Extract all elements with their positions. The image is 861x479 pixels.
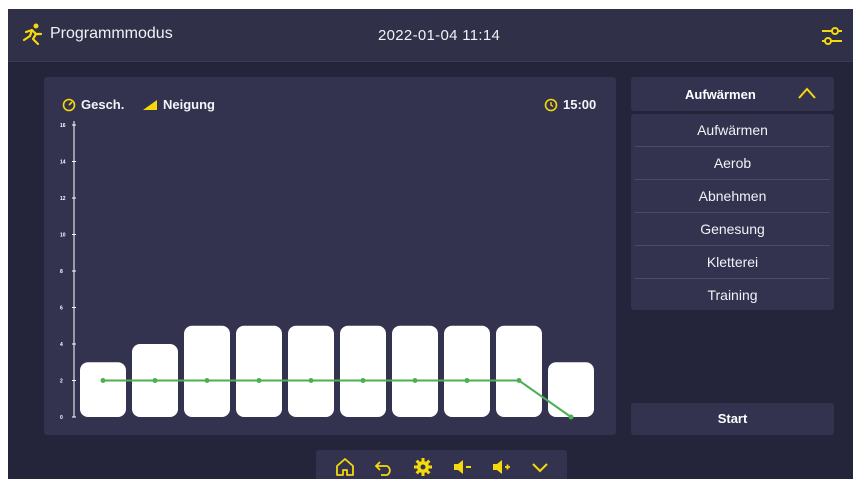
program-dropdown[interactable]: Aufwärmen bbox=[631, 77, 834, 111]
y-tick-label: 14 bbox=[60, 160, 66, 166]
y-tick-label: 12 bbox=[60, 196, 66, 202]
chevron-up-icon bbox=[798, 87, 816, 99]
volume-down-icon[interactable] bbox=[451, 456, 473, 478]
program-option[interactable]: Abnehmen bbox=[635, 180, 830, 213]
chart-bar bbox=[288, 325, 334, 417]
y-tick-label: 6 bbox=[60, 306, 63, 312]
chart-bar bbox=[184, 325, 230, 417]
top-bar: Programmmodus 2022-01-04 11:14 bbox=[8, 9, 853, 62]
y-tick-label: 0 bbox=[60, 415, 63, 421]
speed-point bbox=[464, 378, 470, 383]
program-dropdown-selected: Aufwärmen bbox=[685, 87, 756, 102]
gear-icon[interactable] bbox=[412, 456, 434, 478]
home-icon[interactable] bbox=[334, 456, 356, 478]
speed-point bbox=[412, 378, 418, 383]
chart-bar bbox=[80, 362, 126, 417]
program-option[interactable]: Genesung bbox=[635, 213, 830, 246]
running-person-icon bbox=[22, 23, 43, 46]
sliders-icon[interactable] bbox=[819, 23, 845, 49]
bottom-nav bbox=[316, 450, 567, 479]
program-option[interactable]: Aerob bbox=[635, 147, 830, 180]
y-tick-label: 10 bbox=[60, 233, 66, 239]
program-option[interactable]: Training bbox=[635, 279, 830, 311]
y-tick-label: 16 bbox=[60, 123, 66, 129]
chart-bar bbox=[236, 325, 282, 417]
volume-up-icon[interactable] bbox=[490, 456, 512, 478]
speed-point bbox=[568, 414, 574, 420]
chart-panel: Gesch. Neigung 15:00 0 2 4 6 8 10 12 14 16 bbox=[44, 77, 616, 435]
chart-bar bbox=[340, 325, 386, 417]
speed-point bbox=[516, 378, 522, 383]
speed-point bbox=[308, 378, 314, 383]
y-tick-label: 2 bbox=[60, 379, 63, 385]
back-icon[interactable] bbox=[373, 456, 395, 478]
program-menu: Aufwärmen Aerob Abnehmen Genesung Kletterei T… bbox=[631, 114, 834, 310]
page-title: Programmmodus bbox=[50, 25, 173, 42]
start-button[interactable]: Start bbox=[631, 403, 834, 435]
chart-bar bbox=[548, 362, 594, 417]
y-tick-label: 8 bbox=[60, 269, 63, 275]
chevron-down-icon[interactable] bbox=[529, 456, 551, 478]
screen: Programmmodus 2022-01-04 11:14 Gesch. Ne… bbox=[8, 9, 853, 479]
chart-bar bbox=[444, 325, 490, 417]
program-chart: 0 2 4 6 8 10 12 14 16 bbox=[60, 121, 594, 421]
speed-point bbox=[152, 378, 158, 383]
program-option[interactable]: Kletterei bbox=[635, 246, 830, 279]
program-option[interactable]: Aufwärmen bbox=[635, 114, 830, 147]
datetime: 2022-01-04 11:14 bbox=[378, 27, 501, 44]
speed-point bbox=[256, 378, 262, 383]
speed-point bbox=[204, 378, 210, 383]
speed-point bbox=[360, 378, 366, 383]
chart-bar bbox=[496, 325, 542, 417]
speed-point bbox=[100, 378, 106, 383]
chart-bar bbox=[392, 325, 438, 417]
y-tick-label: 4 bbox=[60, 342, 63, 348]
